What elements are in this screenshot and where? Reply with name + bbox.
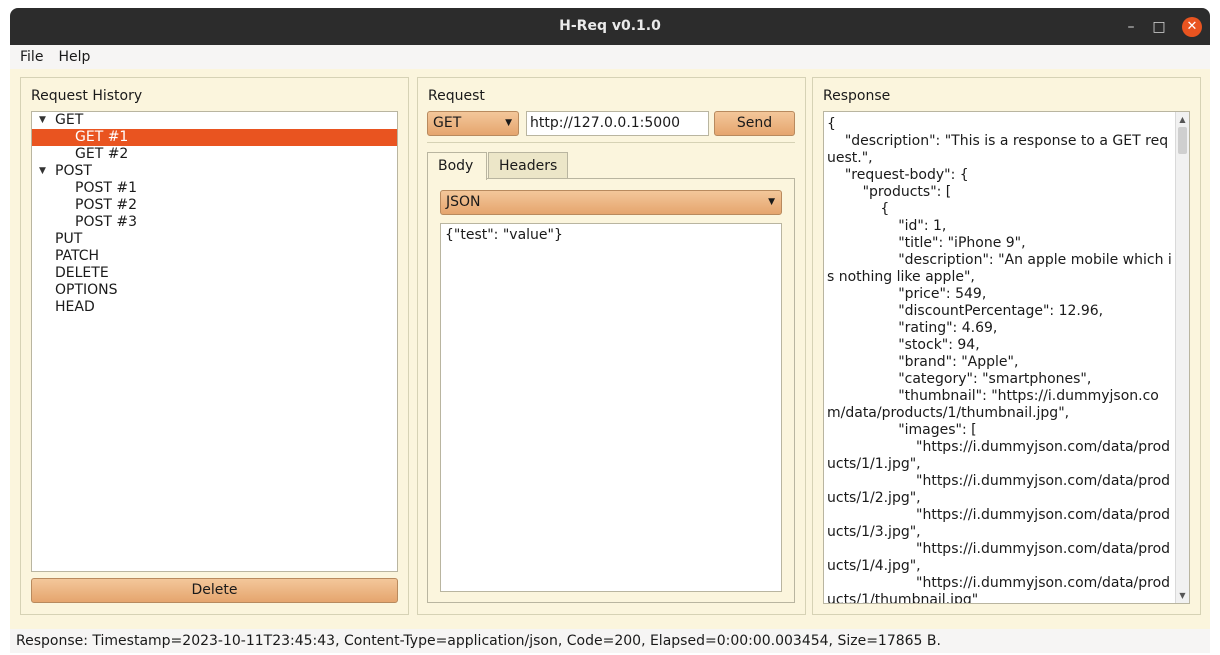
tree-category[interactable]: DELETE (32, 265, 397, 282)
menu-bar: File Help (10, 45, 1210, 69)
status-bar: Response: Timestamp=2023-10-11T23:45:43,… (16, 633, 941, 649)
tree-item-label: POST #3 (75, 214, 137, 230)
tree-category[interactable]: PATCH (32, 248, 397, 265)
url-input[interactable]: http://127.0.0.1:5000 (526, 111, 709, 136)
response-panel: Response { "description": "This is a res… (812, 77, 1201, 615)
tree-item-label: POST #2 (75, 197, 137, 213)
tab-body[interactable]: Body (427, 152, 487, 180)
response-title: Response (823, 88, 891, 104)
app-window: H-Req v0.1.0 – □ ✕ File Help Request His… (10, 8, 1210, 653)
tree-item-label: GET #2 (75, 146, 129, 162)
menu-help[interactable]: Help (58, 49, 90, 65)
tree-item-label: OPTIONS (55, 282, 118, 298)
delete-button[interactable]: Delete (31, 578, 398, 603)
tree-category[interactable]: ▼ GET (32, 112, 397, 129)
chevron-down-icon: ▼ (505, 118, 512, 128)
expand-caret-icon[interactable]: ▼ (39, 163, 46, 180)
minimize-icon[interactable]: – (1121, 17, 1141, 37)
tree-item-label: POST #1 (75, 180, 137, 196)
tree-category[interactable]: HEAD (32, 299, 397, 316)
method-value: GET (433, 115, 462, 131)
tree-category[interactable]: OPTIONS (32, 282, 397, 299)
response-viewer[interactable]: { "description": "This is a response to … (823, 111, 1190, 604)
menu-file[interactable]: File (20, 49, 43, 65)
main-content: Request History ▼ GET GET #1 GET #2 ▼ POST POS… (10, 69, 1210, 629)
divider (427, 142, 795, 143)
chevron-down-icon: ▼ (768, 197, 775, 207)
tree-item-label: GET (55, 112, 84, 128)
title-bar: H-Req v0.1.0 – □ ✕ (10, 8, 1210, 45)
tree-item-label: POST (55, 163, 92, 179)
window-title: H-Req v0.1.0 (559, 18, 661, 34)
scrollbar-thumb[interactable] (1178, 127, 1187, 154)
request-history-title: Request History (31, 88, 143, 104)
maximize-icon[interactable]: □ (1149, 17, 1169, 37)
history-tree[interactable]: ▼ GET GET #1 GET #2 ▼ POST POST #1 POST #2 POST … (31, 111, 398, 572)
tree-item[interactable]: GET #2 (32, 146, 397, 163)
body-type-value: JSON (446, 194, 481, 210)
tree-category[interactable]: PUT (32, 231, 397, 248)
response-scrollbar[interactable]: ▲ ▼ (1175, 112, 1189, 603)
tree-item[interactable]: POST #3 (32, 214, 397, 231)
tree-category[interactable]: ▼ POST (32, 163, 397, 180)
request-panel: Request GET ▼ http://127.0.0.1:5000 Send… (417, 77, 806, 615)
send-button[interactable]: Send (714, 111, 795, 136)
scroll-up-icon[interactable]: ▲ (1176, 113, 1189, 126)
tree-item-label: HEAD (55, 299, 95, 315)
scroll-down-icon[interactable]: ▼ (1176, 589, 1189, 602)
tree-item[interactable]: POST #2 (32, 197, 397, 214)
tree-item-label: PATCH (55, 248, 100, 264)
body-type-select[interactable]: JSON ▼ (440, 190, 782, 215)
close-icon[interactable]: ✕ (1182, 17, 1202, 37)
body-tab-pane: JSON ▼ {"test": "value"} (427, 178, 795, 603)
body-editor[interactable]: {"test": "value"} (440, 223, 782, 592)
request-title: Request (428, 88, 485, 104)
tree-item[interactable]: GET #1 (32, 129, 397, 146)
request-history-panel: Request History ▼ GET GET #1 GET #2 ▼ POST POS… (20, 77, 409, 615)
method-select[interactable]: GET ▼ (427, 111, 519, 136)
expand-caret-icon[interactable]: ▼ (39, 112, 46, 129)
tree-item-label: GET #1 (75, 129, 129, 145)
response-text: { "description": "This is a response to … (827, 116, 1172, 604)
tree-item[interactable]: POST #1 (32, 180, 397, 197)
tab-headers[interactable]: Headers (488, 152, 568, 179)
tree-item-label: DELETE (55, 265, 109, 281)
tree-item-label: PUT (55, 231, 83, 247)
